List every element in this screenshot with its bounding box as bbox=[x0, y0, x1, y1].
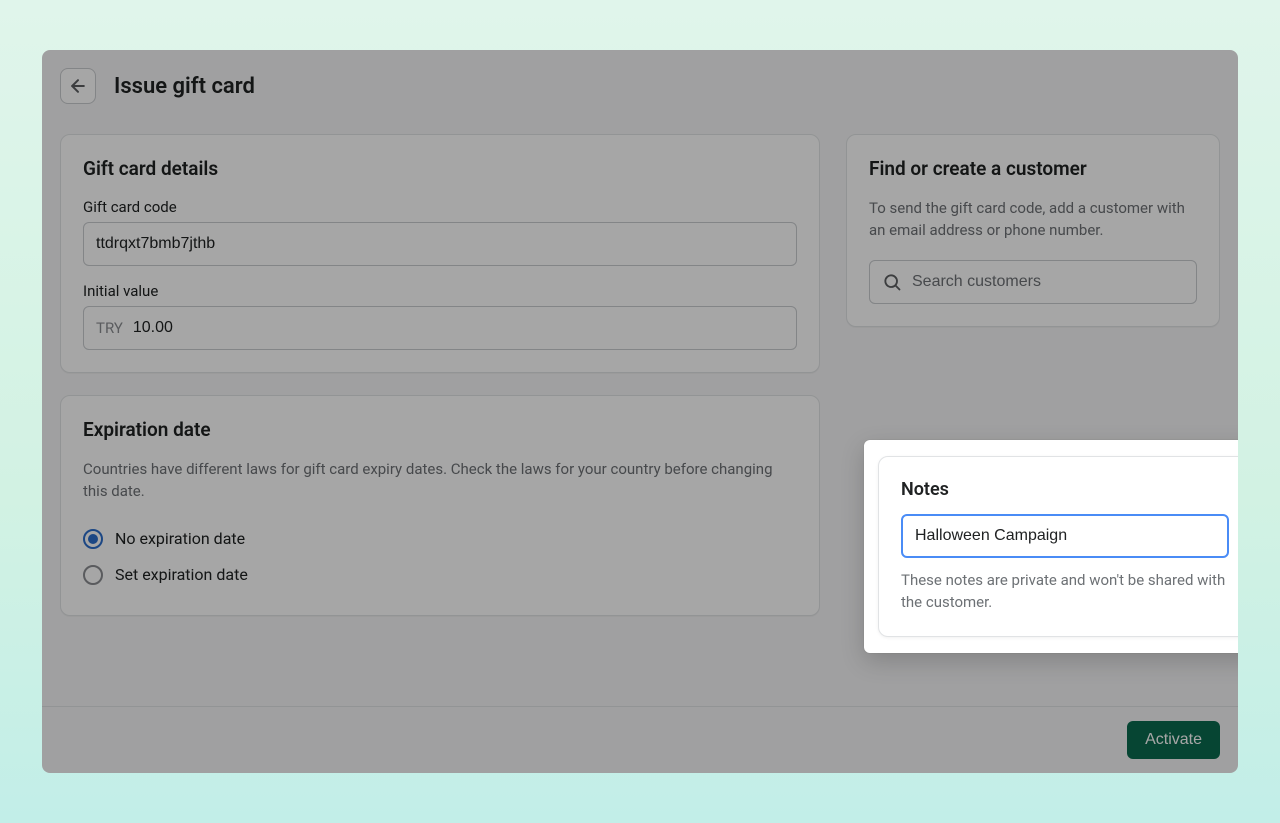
footer: Activate bbox=[42, 706, 1238, 773]
gift-card-code-label: Gift card code bbox=[83, 198, 797, 216]
customer-helper: To send the gift card code, add a custom… bbox=[869, 198, 1197, 242]
radio-no-expiration[interactable]: No expiration date bbox=[83, 521, 797, 557]
radio-label: Set expiration date bbox=[115, 565, 248, 584]
expiration-card: Expiration date Countries have different… bbox=[60, 395, 820, 616]
initial-value-wrap: TRY bbox=[83, 306, 797, 350]
page-frame: Issue gift card Gift card details Gift c… bbox=[42, 50, 1238, 773]
notes-highlight: Notes These notes are private and won't … bbox=[864, 440, 1238, 653]
page-title: Issue gift card bbox=[114, 74, 255, 99]
search-icon bbox=[882, 272, 902, 292]
currency-prefix: TRY bbox=[84, 319, 129, 337]
arrow-left-icon bbox=[68, 76, 88, 96]
initial-value-label: Initial value bbox=[83, 282, 797, 300]
notes-card: Notes These notes are private and won't … bbox=[878, 456, 1238, 637]
expiration-helper: Countries have different laws for gift c… bbox=[83, 459, 797, 503]
customer-search[interactable] bbox=[869, 260, 1197, 304]
initial-value-input[interactable] bbox=[129, 307, 796, 349]
gift-card-details-card: Gift card details Gift card code Initial… bbox=[60, 134, 820, 373]
gift-card-code-input[interactable] bbox=[83, 222, 797, 266]
customer-card: Find or create a customer To send the gi… bbox=[846, 134, 1220, 327]
card-title: Expiration date bbox=[83, 418, 797, 441]
card-title: Gift card details bbox=[83, 157, 797, 180]
left-column: Gift card details Gift card code Initial… bbox=[60, 134, 820, 616]
radio-label: No expiration date bbox=[115, 529, 245, 548]
customer-search-input[interactable] bbox=[912, 273, 1184, 291]
card-title: Notes bbox=[901, 479, 1229, 500]
radio-icon bbox=[83, 529, 103, 549]
back-button[interactable] bbox=[60, 68, 96, 104]
card-title: Find or create a customer bbox=[869, 157, 1197, 180]
notes-subtext: These notes are private and won't be sha… bbox=[901, 570, 1229, 614]
notes-input[interactable] bbox=[901, 514, 1229, 558]
radio-set-expiration[interactable]: Set expiration date bbox=[83, 557, 797, 593]
radio-icon bbox=[83, 565, 103, 585]
activate-button[interactable]: Activate bbox=[1127, 721, 1220, 759]
page-header: Issue gift card bbox=[42, 50, 1238, 116]
